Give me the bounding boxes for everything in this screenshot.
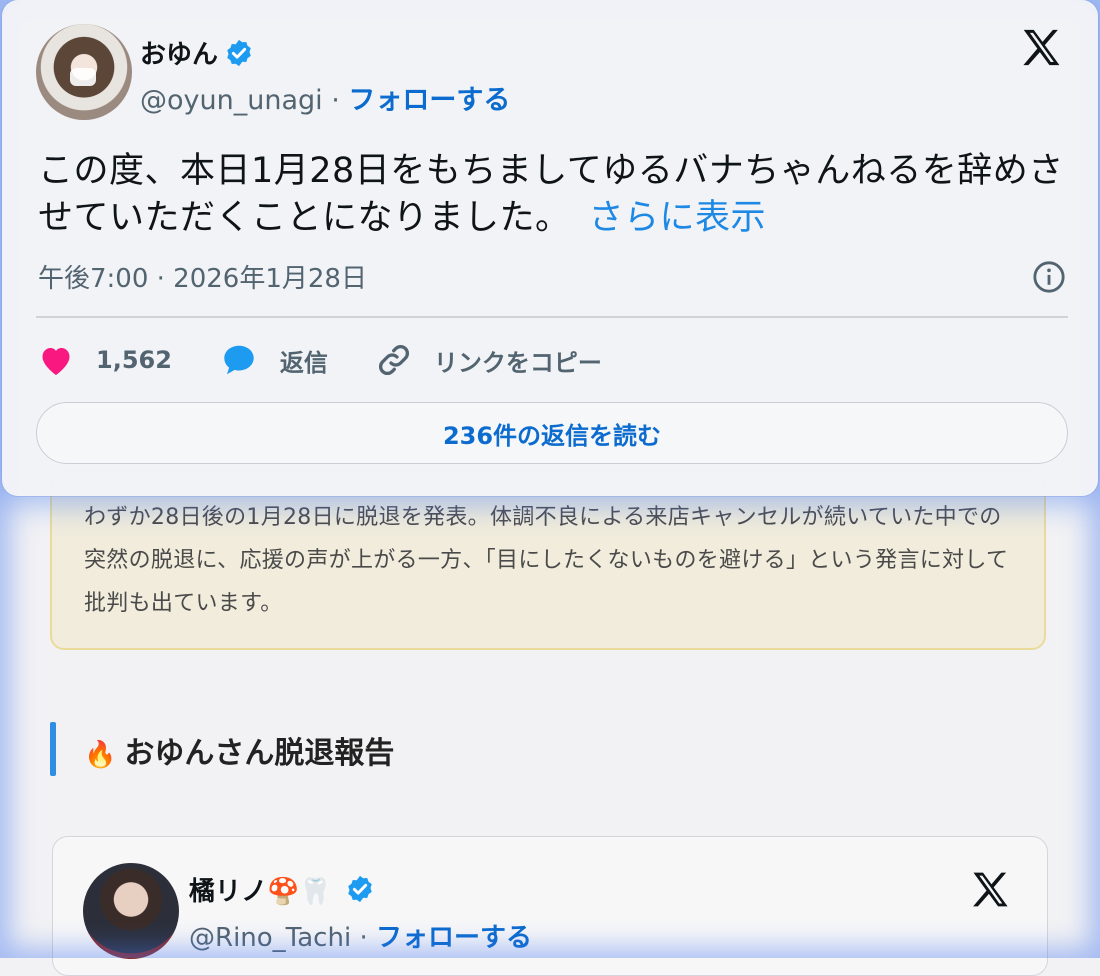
fire-icon: 🔥: [84, 740, 117, 770]
author-name-text[interactable]: 橘リノ🍄🦷: [189, 877, 332, 907]
author-handle[interactable]: @Rino_Tachi: [189, 923, 351, 953]
divider: [36, 316, 1068, 318]
speech-bubble-icon: [224, 345, 254, 375]
tweet-body: この度、本日1月28日をもちましてゆるバナちゃんねるを辞めさせていただくことにな…: [38, 151, 1064, 238]
avatar[interactable]: [36, 24, 132, 120]
tweet-text: この度、本日1月28日をもちましてゆるバナちゃんねるを辞めさせていただくことにな…: [38, 148, 1078, 242]
show-more-link[interactable]: さらに表示: [589, 198, 767, 238]
section-title: おゆんさん脱退報告: [124, 736, 395, 771]
reply-button[interactable]: 返信: [220, 342, 328, 378]
follow-button[interactable]: フォローする: [376, 923, 532, 953]
read-replies-button[interactable]: 236件の返信を読む: [36, 402, 1068, 464]
action-bar: 1,562 返信 リンクをコピー: [38, 338, 650, 382]
section-accent-bar: [50, 722, 56, 776]
separator: ·: [322, 85, 349, 116]
author-name[interactable]: 橘リノ🍄🦷: [189, 871, 375, 908]
avatar[interactable]: [83, 863, 179, 959]
link-icon: [378, 345, 409, 375]
copy-link-button[interactable]: リンクをコピー: [376, 342, 602, 378]
section-heading: 🔥 おゆんさん脱退報告: [84, 728, 394, 772]
avatar-face-mask: [70, 68, 96, 86]
embedded-tweet-2[interactable]: 橘リノ🍄🦷 @Rino_Tachi · フォローする: [52, 836, 1048, 976]
heart-icon: [42, 348, 70, 375]
reply-label: 返信: [279, 348, 328, 377]
verified-badge-icon: [227, 39, 251, 66]
summary-text: わずか28日後の1月28日に脱退を発表。体調不良による来店キャンセルが続いていた…: [84, 505, 1009, 616]
author-handle-row: @oyun_unagi · フォローする: [140, 78, 510, 117]
tweet-timestamp[interactable]: 午後7:00 · 2026年1月28日: [38, 258, 367, 295]
author-handle[interactable]: @oyun_unagi: [140, 85, 323, 116]
embedded-tweet-1[interactable]: おゆん @oyun_unagi · フォローする この度、本日1月28日をもちま…: [2, 0, 1098, 496]
like-count: 1,562: [96, 346, 172, 374]
separator: ·: [351, 923, 376, 953]
follow-button[interactable]: フォローする: [348, 85, 510, 116]
like-button[interactable]: 1,562: [38, 343, 172, 377]
verified-badge-icon: [348, 875, 372, 903]
author-name[interactable]: おゆん: [140, 34, 254, 71]
copy-link-label: リンクをコピー: [433, 348, 602, 377]
x-logo-icon[interactable]: [1018, 26, 1064, 72]
author-handle-row: @Rino_Tachi · フォローする: [189, 917, 532, 954]
info-icon[interactable]: [1032, 260, 1066, 294]
x-logo-icon[interactable]: [967, 869, 1013, 913]
author-name-text[interactable]: おゆん: [140, 34, 218, 71]
